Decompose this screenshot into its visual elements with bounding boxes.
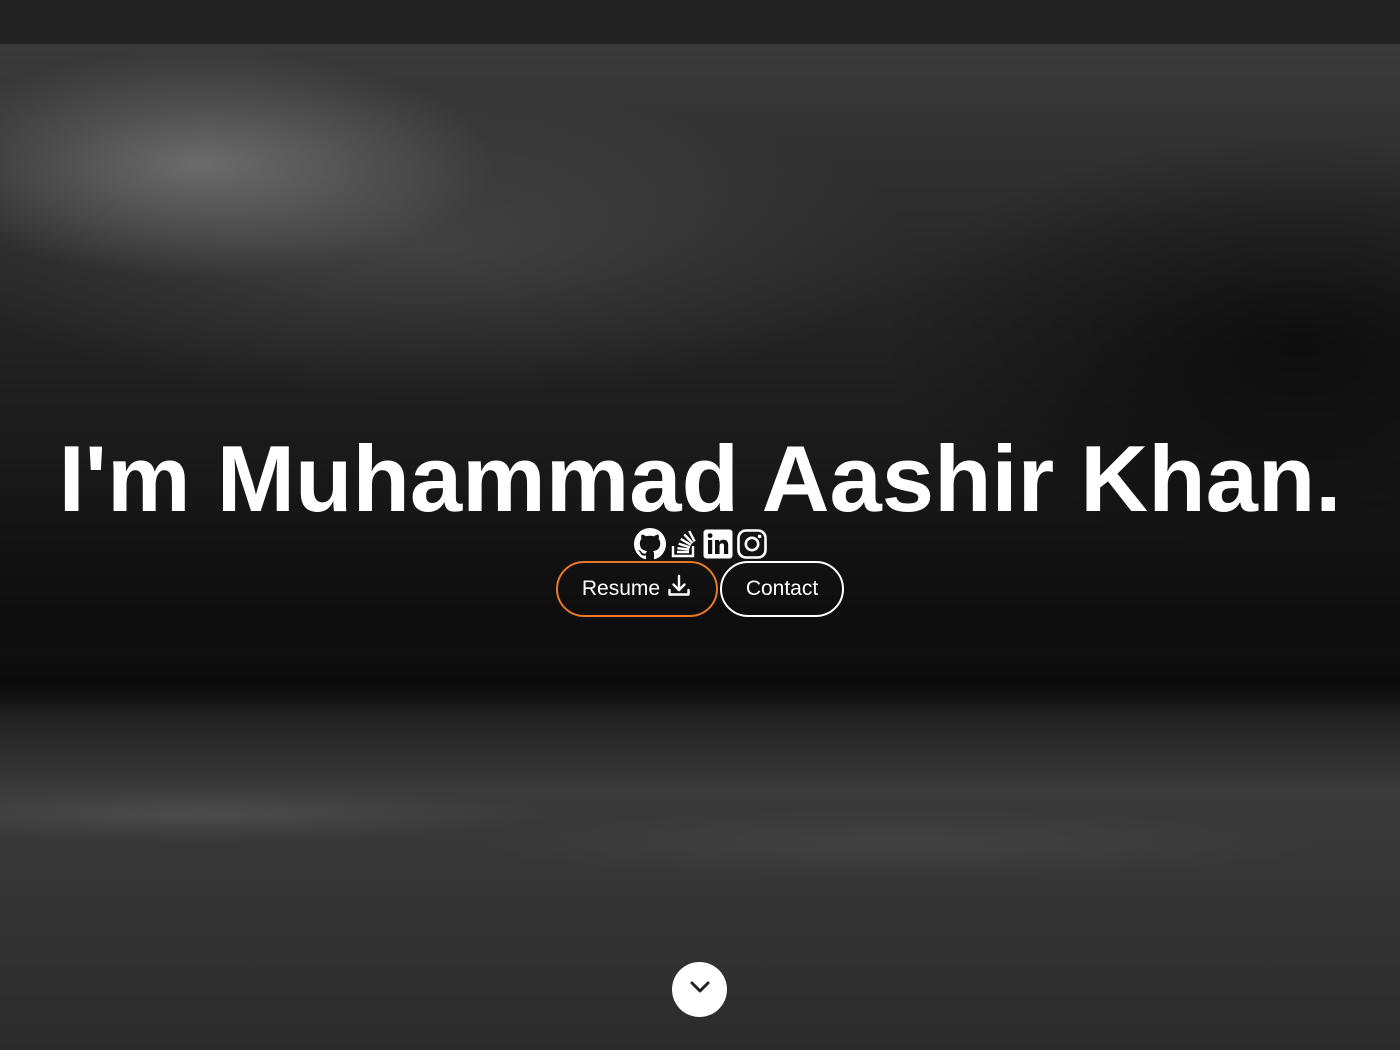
instagram-link[interactable] [736,528,768,560]
hero-background-horizon [0,654,1400,714]
hero-actions: Resume Contact [556,561,844,617]
top-bar [0,0,1400,44]
social-links [634,527,768,561]
github-link[interactable] [634,528,666,560]
github-icon [634,528,666,560]
resume-button-label: Resume [581,577,661,600]
instagram-icon [736,528,768,560]
chevron-down-icon [686,973,714,1006]
scroll-down-button[interactable] [672,962,727,1017]
download-icon [666,573,692,605]
hero-background-ground [0,744,1400,884]
contact-button[interactable]: Contact [720,561,844,617]
contact-button-label: Contact [745,577,819,600]
stackoverflow-icon [668,528,700,560]
linkedin-icon [702,528,734,560]
resume-button[interactable]: Resume [556,561,718,617]
hero-headline: I'm Muhammad Aashir Khan. [58,426,1342,531]
stackoverflow-link[interactable] [668,528,700,560]
linkedin-link[interactable] [702,528,734,560]
